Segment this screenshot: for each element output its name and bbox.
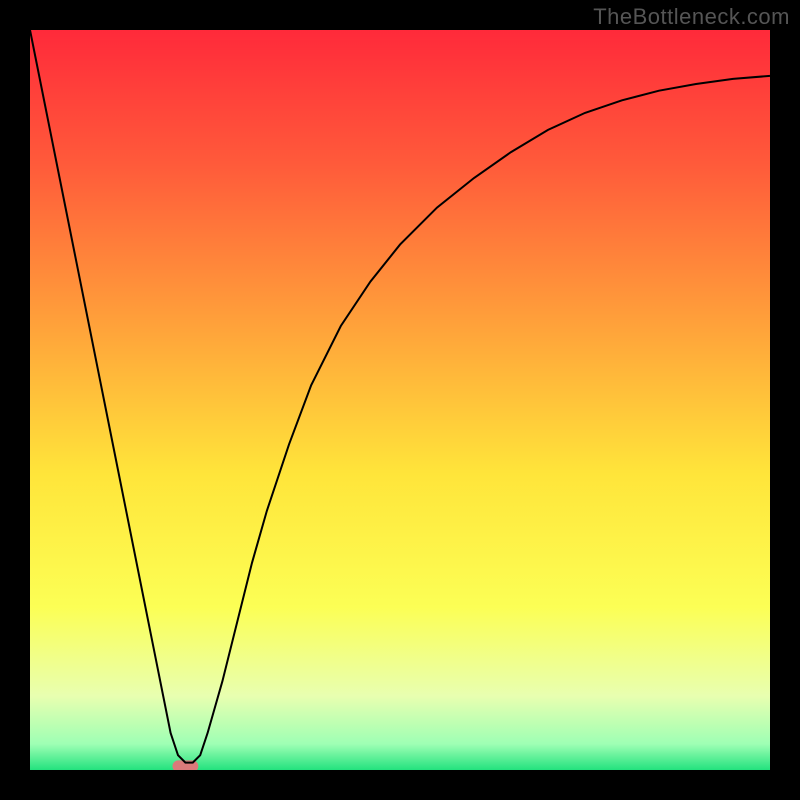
bottleneck-chart (30, 30, 770, 770)
gradient-background (30, 30, 770, 770)
chart-frame: TheBottleneck.com (0, 0, 800, 800)
watermark-text: TheBottleneck.com (593, 4, 790, 30)
